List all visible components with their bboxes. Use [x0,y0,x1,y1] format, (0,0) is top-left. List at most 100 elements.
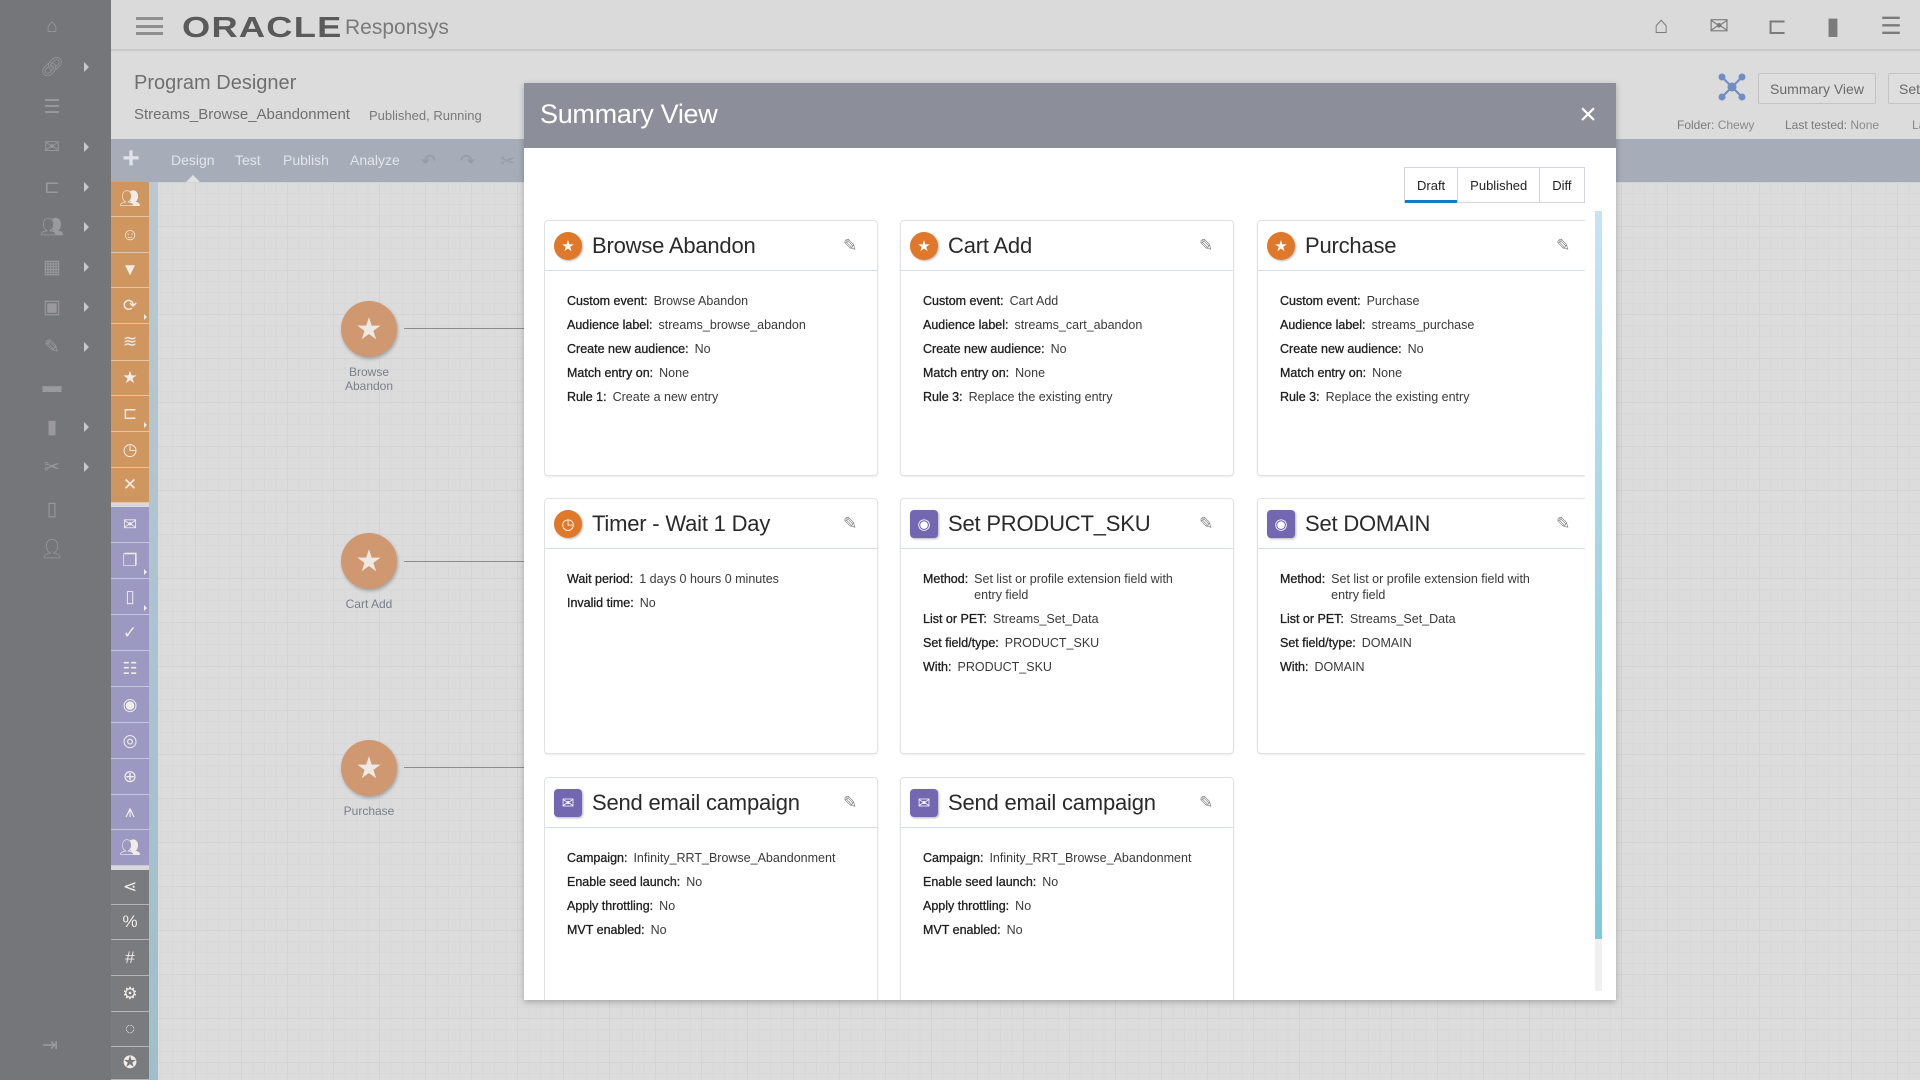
palette-lifecycle-icon[interactable]: ⟳ [111,288,149,324]
palette-timer-icon[interactable]: ◷ [111,432,149,468]
nav-program[interactable]: ⊏ [40,172,100,202]
palette-split-icon[interactable]: ⋖ [111,870,149,905]
card-field: Method: Set list or profile extension fie… [923,571,1233,603]
card-header: ✉ Send email campaign ✎ [545,778,877,828]
field-value: Streams_Set_Data [1349,612,1456,626]
nav-link[interactable]: 🔗︎ [40,52,100,82]
card-field: Enable seed launch: No [923,874,1233,890]
canvas-node-cart-add[interactable]: ★ [341,533,397,589]
nav-user[interactable]: 👤︎ [40,534,100,564]
node-palette: 👥︎ ☺ ▼ ⟳ ≋ ★ ⊏ ◷ ✕ ✉ ❐ ▯ ✓ ☷ ◉ ◎ ⊕ ⩚ 👥︎ … [111,182,149,1080]
edit-pencil-icon[interactable]: ✎ [1556,236,1576,256]
settings-button[interactable]: Set [1888,73,1920,104]
palette-custom-event-icon[interactable]: ★ [111,361,149,396]
form-icon: ✎ [44,336,60,358]
program-status: Published, Running [369,108,482,123]
palette-event-switch-icon[interactable]: ⊏ [111,396,149,432]
canvas-node-browse-abandon[interactable]: ★ [341,301,397,357]
palette-signal-icon[interactable]: ≋ [111,324,149,361]
undo-icon[interactable]: ↶ [421,151,436,172]
palette-percent-icon[interactable]: % [111,905,149,940]
palette-email-icon[interactable]: ✉ [111,507,149,543]
tab-design[interactable]: Design [171,152,215,168]
summary-cards-container: ★ Browse Abandon ✎ Custom event: Browse Aban… [544,220,1585,1000]
palette-cycle-icon[interactable]: ◌ [111,1012,149,1047]
edit-pencil-icon[interactable]: ✎ [1199,236,1219,256]
tab-diff[interactable]: Diff [1540,168,1584,202]
summary-card: ✉ Send email campaign ✎ Campaign: Infinity_R… [544,777,878,1000]
nav-mobile[interactable]: ▯ [40,494,100,524]
palette-mobile-icon[interactable]: ▯ [111,579,149,615]
card-header: ◷ Timer - Wait 1 Day ✎ [545,499,877,549]
field-value: 1 days 0 hours 0 minutes [639,572,779,586]
scrollbar-thumb[interactable] [1595,211,1602,939]
palette-group-icon[interactable]: 👥︎ [111,830,149,866]
nav-logout[interactable]: ⇥ [38,1030,98,1060]
tab-published[interactable]: Published [1458,168,1541,202]
palette-compass-icon[interactable]: ⩚ [111,795,149,830]
palette-clipboard-icon[interactable]: ✓ [111,615,149,651]
palette-badge-icon[interactable]: ✪ [111,1047,149,1080]
palette-ai-icon[interactable]: ⚙ [111,976,149,1012]
nav-tables[interactable]: ▦ [40,252,100,282]
scrollbar[interactable] [1595,211,1602,991]
expand-view-icon[interactable] [1717,72,1747,102]
palette-intelligence-icon[interactable]: ☺ [111,217,149,253]
card-field: Create new audience: No [567,341,877,357]
nav-forms[interactable]: ✎ [40,332,100,362]
redo-icon[interactable]: ↷ [460,151,475,172]
canvas-node-purchase[interactable]: ★ [341,740,397,796]
nav-email[interactable]: ✉ [40,132,100,162]
edit-pencil-icon[interactable]: ✎ [843,236,863,256]
card-header: ✉ Send email campaign ✎ [901,778,1233,828]
close-icon[interactable]: × [1574,100,1602,130]
add-icon[interactable]: + [120,144,142,174]
field-value: No [639,596,656,610]
field-value: None [659,366,690,380]
palette-filter-icon[interactable]: ▼ [111,253,149,288]
tasks-icon[interactable]: ☰ [1876,12,1906,40]
nav-folders[interactable]: ▬ [40,372,100,402]
cut-icon[interactable]: ✂ [500,151,515,172]
field-value: None [1372,366,1403,380]
palette-data-transfer-icon[interactable]: ◎ [111,723,149,759]
email-icon[interactable]: ✉ [1704,12,1734,40]
modal-header: Summary View × [524,83,1616,148]
summary-view-button[interactable]: Summary View [1758,73,1876,104]
palette-hash-icon[interactable]: # [111,940,149,976]
nav-audience[interactable]: 👥︎ [40,212,100,242]
palette-set-data-icon[interactable]: ◉ [111,687,149,723]
palette-audience-icon[interactable]: 👥︎ [111,182,149,217]
edit-pencil-icon[interactable]: ✎ [1199,514,1219,534]
edit-pencil-icon[interactable]: ✎ [1556,514,1576,534]
tab-analyze[interactable]: Analyze [350,152,400,168]
hamburger-menu-icon[interactable] [136,17,163,35]
nav-tasks[interactable]: ☰ [40,92,100,122]
tab-draft[interactable]: Draft [1405,168,1459,203]
program-icon[interactable]: ⊏ [1762,12,1792,40]
tab-publish[interactable]: Publish [283,152,329,168]
field-label: Enable seed launch: [923,875,1037,889]
folder-icon: ▬ [42,376,62,397]
nav-home[interactable]: ⌂ [40,12,100,42]
field-value: Set list or profile extension field with… [1331,572,1530,602]
nav-insights[interactable]: ▮ [40,412,100,442]
field-label: Audience label: [1280,318,1366,332]
palette-message-icon[interactable]: ❐ [111,543,149,579]
edit-pencil-icon[interactable]: ✎ [1199,793,1219,813]
nav-content[interactable]: ▣ [40,292,100,322]
edit-pencil-icon[interactable]: ✎ [843,793,863,813]
field-value: No [650,923,667,937]
home-icon[interactable]: ⌂ [1646,12,1676,40]
star-icon: ★ [355,312,383,346]
last-tested-label: Last tested: [1785,118,1848,132]
edit-pencil-icon[interactable]: ✎ [843,514,863,534]
tab-test[interactable]: Test [235,152,261,168]
summary-card: ★ Browse Abandon ✎ Custom event: Browse Aban… [544,220,878,476]
palette-end-icon[interactable]: ✕ [111,468,149,503]
field-value: PRODUCT_SKU [1004,636,1100,650]
palette-web-icon[interactable]: ⊕ [111,759,149,795]
insights-icon[interactable]: ▮ [1818,12,1848,40]
palette-decision-tree-icon[interactable]: ☷ [111,651,149,687]
nav-tools[interactable]: ✂ [40,452,100,482]
